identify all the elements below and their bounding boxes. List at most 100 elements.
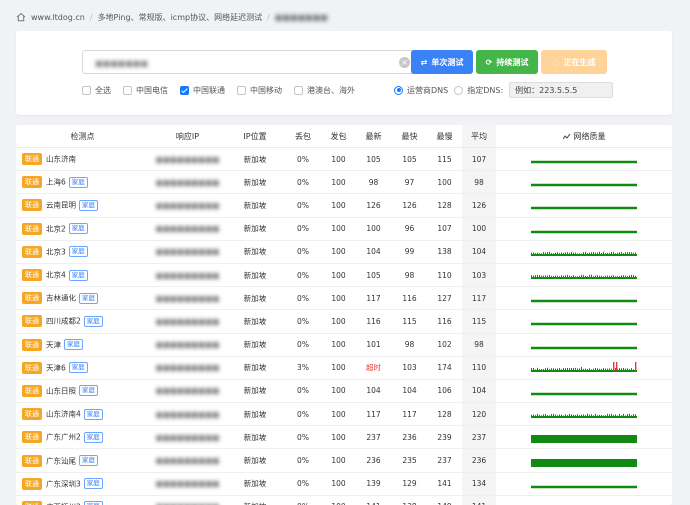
breadcrumb: www.ltdog.cn / 多地Ping、常规版、icmp协议、网络延迟测试 … [16,10,328,24]
isp-badge: 联通 [22,431,42,444]
quality-sparkline [531,207,637,210]
isp-filters: 全选 中国电信 中国联通 中国移动 港澳台、海外 [82,83,355,97]
cell-loss: 0% [284,240,322,264]
quality-sparkline [531,184,637,187]
cell-ip: ■■■■■■■■■ [149,309,226,334]
quality-sparkline [531,251,637,256]
cell-location: 新加坡 [226,286,284,311]
header-ip[interactable]: 响应IP [149,125,226,148]
continuous-test-label: 持续测试 [496,57,529,67]
breadcrumb-site[interactable]: www.ltdog.cn [31,13,85,22]
continuous-test-button[interactable]: ⟳ 持续测试 [476,50,538,74]
header-point[interactable]: 检测点 [16,125,149,148]
cell-point: 联通 北京2 家庭 [16,217,149,241]
home-tag: 家庭 [68,269,88,281]
table-row[interactable]: 联通 北京4 家庭 ■■■■■■■■■ 新加坡 0% 100 105 98 110 103 [16,263,672,288]
table-row[interactable]: 联通 上海6 家庭 ■■■■■■■■■ 新加坡 0% 100 98 97 100 98 [16,170,672,195]
filter-unicom[interactable]: 中国联通 [180,85,225,96]
table-row[interactable]: 联通 山东济南 ■■■■■■■■■ 新加坡 0% 100 105 105 115 107 [16,147,672,172]
cell-quality [496,147,672,172]
cell-quality [496,263,672,288]
cell-location: 新加坡 [226,333,284,357]
filter-overseas[interactable]: 港澳台、海外 [294,85,355,96]
home-tag: 家庭 [79,385,98,397]
single-test-button[interactable]: ⇄ 单次测试 [411,50,473,74]
cell-avg: 141 [462,495,496,505]
filter-all[interactable]: 全选 [82,85,111,96]
cell-slowest: 128 [427,402,462,427]
breadcrumb-section[interactable]: 多地Ping、常规版、icmp协议、网络延迟测试 [98,12,263,23]
home-tag: 家庭 [64,339,83,351]
filter-checkbox[interactable] [123,85,132,95]
cell-sent: 100 [322,356,355,380]
cell-quality [496,472,672,496]
point-name: 吉林通化 [46,293,76,303]
cell-avg: 98 [462,333,496,357]
header-slowest[interactable]: 最慢 [427,125,462,148]
target-search-box[interactable]: × [82,50,418,74]
isp-badge: 联通 [22,315,42,328]
close-circle-icon[interactable]: × [399,57,410,68]
dns-custom-input[interactable] [509,82,614,98]
quality-sparkline [531,361,637,372]
cell-quality [496,309,672,334]
cell-loss: 0% [284,379,322,404]
header-avg[interactable]: 平均 [462,125,496,148]
table-row[interactable]: 联通 天津 家庭 ■■■■■■■■■ 新加坡 0% 100 101 98 102 98 [16,333,672,357]
table-row[interactable]: 联通 四川成都2 家庭 ■■■■■■■■■ 新加坡 0% 100 116 115 116 115 [16,309,672,334]
cell-loss: 0% [284,333,322,357]
table-row[interactable]: 联通 北京2 家庭 ■■■■■■■■■ 新加坡 0% 100 100 96 107 100 [16,217,672,241]
filter-telecom[interactable]: 中国电信 [123,85,168,96]
generating-button[interactable]: ◌ 正在生成 [541,50,607,74]
table-row[interactable]: 联通 吉林通化 家庭 ■■■■■■■■■ 新加坡 0% 100 117 116 127 117 [16,286,672,311]
cell-quality [496,448,672,473]
target-input[interactable] [93,55,367,71]
point-name: 天津 [46,340,61,350]
cell-location: 新加坡 [226,402,284,427]
table-row[interactable]: 联通 天津6 家庭 ■■■■■■■■■ 新加坡 3% 100 超时 103 174 110 [16,356,672,380]
table-row[interactable]: 联通 广东深圳3 家庭 ■■■■■■■■■ 新加坡 0% 100 139 129 141 134 [16,472,672,496]
dns-operator-option[interactable]: 运营商DNS [394,85,448,96]
filter-checkbox[interactable] [82,85,91,95]
table-row[interactable]: 联通 云南昆明 家庭 ■■■■■■■■■ 新加坡 0% 100 126 126 128 126 [16,193,672,218]
header-loss[interactable]: 丢包 [284,125,322,148]
header-latest[interactable]: 最新 [355,125,392,148]
table-row[interactable]: 联通 山东日照 家庭 ■■■■■■■■■ 新加坡 0% 100 104 104 106 104 [16,379,672,404]
header-fastest[interactable]: 最快 [392,125,427,148]
dns-custom-radio[interactable] [454,85,464,95]
cell-ip: ■■■■■■■■■ [149,240,226,264]
isp-badge: 联通 [22,176,42,189]
point-name: 云南昆明 [46,200,76,210]
dns-custom-option[interactable]: 指定DNS: [454,85,503,96]
cell-quality [496,286,672,311]
cell-latest: 117 [355,402,392,427]
cell-fastest: 236 [392,425,427,450]
filter-checkbox[interactable] [294,85,303,95]
cell-point: 联通 云南昆明 家庭 [16,193,149,218]
cell-latest: 126 [355,193,392,218]
cell-location: 新加坡 [226,147,284,172]
cell-ip: ■■■■■■■■■ [149,147,226,172]
dns-operator-radio[interactable] [394,85,403,95]
table-row[interactable]: 联通 广东汕尾 家庭 ■■■■■■■■■ 新加坡 0% 100 236 235 237 236 [16,448,672,473]
point-name: 北京2 [46,224,66,234]
cell-latest: 98 [355,170,392,195]
home-tag: 家庭 [83,408,103,420]
cell-ip: ■■■■■■■■■ [149,170,226,195]
home-tag: 家庭 [68,362,88,374]
point-name: 山东济南4 [46,409,81,419]
filter-checkbox[interactable] [237,85,246,95]
header-location[interactable]: IP位置 [226,125,284,148]
table-row[interactable]: 联通 广东广州2 家庭 ■■■■■■■■■ 新加坡 0% 100 237 236 239 237 [16,425,672,450]
filter-checkbox[interactable] [180,85,189,95]
table-row[interactable]: 联通 山东济南4 家庭 ■■■■■■■■■ 新加坡 0% 100 117 117 128 120 [16,402,672,427]
header-quality[interactable]: 网络质量 [496,125,672,148]
table-row[interactable]: 联通 北京3 家庭 ■■■■■■■■■ 新加坡 0% 100 104 99 138 104 [16,240,672,264]
cell-fastest: 98 [392,333,427,357]
filter-mobile[interactable]: 中国移动 [237,85,282,96]
table-row[interactable]: 联通广西梧州3家庭■■■■■■■■■新加坡0%100141138149141 [16,495,672,505]
cell-point: 联通 广东汕尾 家庭 [16,448,149,473]
header-sent[interactable]: 发包 [322,125,355,148]
cell-loss: 0% [284,217,322,241]
cell-latest: 139 [355,472,392,496]
